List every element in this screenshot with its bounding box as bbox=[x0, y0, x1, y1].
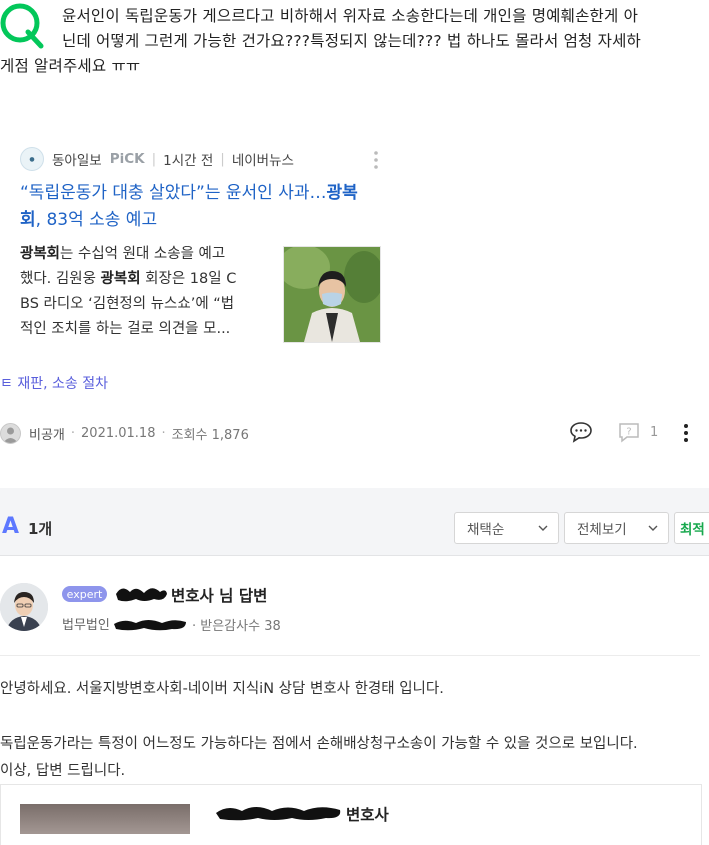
news-text: 적인 조치를 하는 걸로 의견을 모... bbox=[20, 321, 231, 337]
news-title-highlight: 광복 bbox=[326, 183, 358, 203]
answer-author-title[interactable]: 변호사 님 답변 bbox=[171, 584, 267, 606]
news-summary[interactable]: 광복회는 수십억 원대 소송을 예고 했다. 김원웅 광복회 회장은 18일 C… bbox=[20, 242, 265, 342]
news-platform[interactable]: 네이버뉴스 bbox=[232, 149, 294, 169]
separator: | bbox=[151, 151, 157, 167]
question-text: 윤서인이 독립운동가 게으르다고 비하해서 위자료 소송한다는데 개인을 명예훼… bbox=[0, 4, 702, 79]
filter-select-value: 전체보기 bbox=[577, 522, 627, 538]
answer-icon[interactable]: ? bbox=[618, 422, 640, 444]
news-text: 회장은 18일 C bbox=[140, 271, 237, 287]
news-highlight: 광복회 bbox=[20, 246, 61, 262]
lawyer-avatar[interactable] bbox=[0, 583, 48, 631]
news-thumbnail[interactable] bbox=[283, 246, 381, 343]
filter-select[interactable]: 전체보기 bbox=[564, 512, 669, 544]
thanks-count: · 받은감사수 38 bbox=[192, 619, 281, 634]
redaction-mark bbox=[114, 620, 186, 631]
thanks-count-text: 받은감사수 38 bbox=[200, 619, 281, 634]
news-text: 는 수십억 원대 소송을 예고 bbox=[60, 246, 226, 262]
separator: · bbox=[161, 425, 166, 441]
lawyer-photo-icon bbox=[0, 583, 48, 631]
news-title-link[interactable]: “독립운동가 대충 살았다”는 윤서인 사과…광복 회, 83억 소송 예고 bbox=[20, 180, 390, 234]
news-title-part: , 83억 소송 예고 bbox=[35, 210, 158, 230]
author-name: 비공개 bbox=[29, 427, 65, 443]
redaction-mark bbox=[116, 588, 167, 602]
news-source[interactable]: 동아일보 bbox=[52, 149, 102, 169]
question-q-icon bbox=[0, 3, 44, 49]
sort-select-value: 채택순 bbox=[467, 522, 505, 538]
separator: · bbox=[70, 425, 76, 441]
redaction-mark bbox=[216, 807, 341, 821]
law-firm: 법무법인 bbox=[62, 618, 110, 633]
user-icon bbox=[3, 427, 18, 443]
answer-paragraph: 독립운동가라는 특정이 어느정도 가능하다는 점에서 손해배상청구소송이 가능할… bbox=[0, 736, 638, 752]
news-highlight: 광복회 bbox=[100, 271, 141, 287]
post-date: 2021.01.18 bbox=[81, 425, 156, 441]
avatar bbox=[0, 422, 21, 444]
divider bbox=[0, 655, 700, 656]
more-options-icon[interactable] bbox=[682, 423, 690, 443]
sort-select[interactable]: 채택순 bbox=[454, 512, 559, 544]
news-time: 1시간 전 bbox=[163, 153, 214, 169]
news-text: 했다. 김원웅 bbox=[20, 271, 101, 287]
category-tag-link[interactable]: ㅌ 재판, 소송 절차 bbox=[0, 373, 108, 393]
answer-paragraph: 안녕하세요. 서울지방변호사회-네이버 지식iN 상담 변호사 한경태 입니다. bbox=[0, 681, 444, 697]
person-photo-icon bbox=[284, 247, 380, 342]
question-line-1: 윤서인이 독립운동가 게으르다고 비하해서 위자료 소송한다는데 개인을 명예훼… bbox=[62, 7, 639, 25]
answer-count: 1 bbox=[650, 425, 659, 440]
news-title-part: “독립운동가 대충 살았다”는 윤서인 사과… bbox=[20, 183, 327, 203]
svg-text:?: ? bbox=[626, 427, 631, 438]
separator: | bbox=[220, 151, 225, 167]
comment-icon[interactable] bbox=[569, 421, 593, 443]
news-text: BS 라디오 ‘김현정의 뉴스쇼’에 “법 bbox=[20, 296, 235, 312]
question-line-2: 닌데 어떻게 그런게 가능한 건가요???특정되지 않는데??? 법 하나도 몰… bbox=[62, 32, 642, 50]
best-answer-tab[interactable]: 최적 bbox=[674, 512, 709, 544]
chevron-down-icon bbox=[648, 525, 658, 531]
answer-paragraph: 이상, 답변 드립니다. bbox=[0, 763, 126, 779]
answers-count: 1개 bbox=[28, 520, 53, 538]
question-line-3: 게점 알려주세요 ㅠㅠ bbox=[0, 57, 141, 75]
more-options-icon[interactable] bbox=[371, 150, 381, 170]
lawyer-profile-photo bbox=[20, 804, 190, 834]
chevron-down-icon bbox=[538, 525, 548, 531]
profile-lawyer-title: 변호사 bbox=[346, 806, 389, 824]
news-press-logo: ● bbox=[20, 147, 44, 171]
news-title-highlight: 회 bbox=[20, 210, 36, 230]
answer-a-icon: A bbox=[2, 514, 20, 539]
expert-badge: expert bbox=[62, 586, 107, 602]
news-source-row[interactable]: ● 동아일보 PiCK | 1시간 전 | 네이버뉴스 bbox=[20, 147, 294, 171]
question-meta: 비공개 · 2021.01.18 · 조회수 1,876 bbox=[0, 422, 249, 444]
view-count: 조회수 1,876 bbox=[171, 427, 249, 443]
news-pick-badge: PiCK bbox=[109, 151, 145, 167]
